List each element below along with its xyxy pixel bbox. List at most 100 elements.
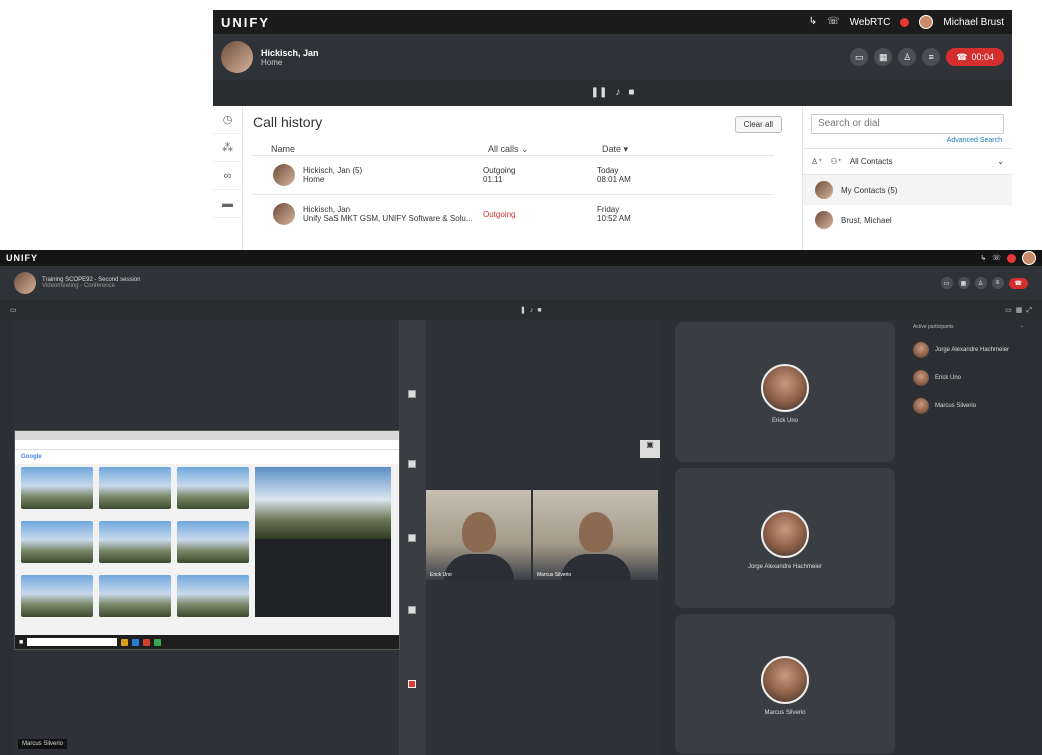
- user-avatar[interactable]: [1022, 251, 1036, 265]
- fullscreen-icon[interactable]: ⤢: [1026, 307, 1032, 314]
- preview-image: [255, 467, 391, 539]
- participant-avatar: [913, 370, 929, 386]
- participant-avatar: [913, 342, 929, 358]
- history-row[interactable]: Hickisch, Jan (5) Home Outgoing 01:11 To…: [253, 155, 774, 194]
- user-avatar[interactable]: [919, 15, 934, 29]
- row-name: Hickisch, Jan: [303, 205, 351, 214]
- contact-group[interactable]: My Contacts (5): [803, 175, 1012, 205]
- video-label: Erick Uno: [430, 572, 452, 578]
- history-nav-icon[interactable]: ◷: [213, 106, 243, 134]
- webrtc-icon: ☏: [827, 16, 840, 27]
- mute-icon[interactable]: ♪: [530, 307, 534, 314]
- all-calls-dropdown[interactable]: All calls ⌄: [488, 144, 602, 155]
- pause-icon[interactable]: ❚❚: [591, 88, 608, 98]
- add-participant-button[interactable]: ♙: [898, 48, 917, 66]
- user-name[interactable]: Michael Brust: [943, 17, 1004, 28]
- participant-name: Marcus Silverio: [935, 403, 977, 409]
- chat-nav-icon[interactable]: ▬: [213, 190, 243, 218]
- grid-icon[interactable]: ▦: [1016, 307, 1023, 314]
- slot-strip: [400, 320, 426, 755]
- video-area: ▣ Erick Uno Marcus Silverio: [426, 320, 662, 755]
- call-history-panel: Call history Clear all Name All calls ⌄ …: [243, 106, 802, 253]
- chevron-down-icon[interactable]: ⌄: [997, 157, 1004, 166]
- conference-media-strip: ▭ ❚ ♪ ■ ▭ ▦ ⤢: [0, 300, 1042, 320]
- video-label: Marcus Silverio: [537, 572, 572, 578]
- screen-share-button[interactable]: ▭: [850, 48, 869, 66]
- slot-marker[interactable]: [408, 390, 416, 398]
- phone-hangup-icon: ☎: [956, 51, 968, 62]
- dialpad-button[interactable]: ▦: [874, 48, 893, 66]
- hangup-button[interactable]: ☎: [1008, 277, 1028, 289]
- participant-name: Marcus Silverio: [764, 710, 806, 716]
- participant-item[interactable]: Jorge Alexandre Hachmeier: [913, 342, 1036, 358]
- image-thumb: [99, 575, 171, 617]
- conference-avatar: [14, 272, 36, 294]
- caller-status: Home: [261, 57, 283, 67]
- mute-icon[interactable]: ♪: [615, 88, 620, 98]
- chevron-down-icon[interactable]: ⌄: [1020, 324, 1024, 330]
- view-icon[interactable]: ▭: [1005, 307, 1012, 314]
- add-group-icon[interactable]: ⚇⁺: [830, 157, 841, 166]
- screen-share-view[interactable]: Google ■ Marcus Silverio: [14, 320, 400, 755]
- image-thumb: [177, 467, 249, 509]
- contact-avatar: [273, 203, 295, 225]
- video-feed[interactable]: Erick Uno: [426, 490, 531, 580]
- date-sort[interactable]: Date ▾: [602, 144, 628, 155]
- participants-header[interactable]: Active participants ⌄: [913, 324, 1036, 331]
- pause-icon[interactable]: ❚: [520, 307, 526, 314]
- taskbar: ■: [15, 635, 399, 649]
- contacts-filter-label: All Contacts: [849, 157, 893, 166]
- participant-item[interactable]: Marcus Silverio: [913, 398, 1036, 414]
- participant-tile[interactable]: Marcus Silverio: [675, 614, 895, 754]
- call-history-window: UNIFY ↳ ☏ WebRTC Michael Brust Hickisch,…: [213, 10, 1012, 253]
- status-dot[interactable]: [1007, 253, 1016, 263]
- menu-button[interactable]: ≡: [991, 277, 1004, 289]
- image-thumb: [99, 467, 171, 509]
- network-nav-icon[interactable]: ⁂: [213, 134, 243, 162]
- taskbar-app-icon: [121, 638, 129, 646]
- hangup-button[interactable]: ☎ 00:04: [946, 48, 1004, 66]
- taskbar-search: [27, 638, 118, 646]
- conference-call-bar: Training SCOPE92 - Second session Videom…: [0, 266, 1042, 300]
- advanced-search-link[interactable]: Advanced Search: [803, 137, 1002, 144]
- slot-marker[interactable]: [408, 460, 416, 468]
- video-feed[interactable]: Marcus Silverio: [533, 490, 658, 580]
- active-call-bar: Hickisch, Jan Home ▭ ▦ ♙ ≡ ☎ 00:04: [213, 34, 1012, 80]
- row-time: 08:01 AM: [597, 175, 631, 184]
- slot-marker[interactable]: [408, 534, 416, 542]
- conference-top-bar: UNIFY ↳ ☏: [0, 250, 1042, 266]
- transfer-icon[interactable]: ↳: [980, 255, 986, 262]
- image-thumb: [21, 521, 93, 563]
- search-input[interactable]: Search or dial: [811, 114, 1004, 134]
- col-name: Name: [271, 144, 296, 154]
- browser-address-bar: [15, 440, 399, 450]
- history-row[interactable]: Hickisch, Jan Unify SaS MKT GSM, UNIFY S…: [253, 194, 774, 233]
- layout-icon[interactable]: ▭: [10, 307, 17, 314]
- participants-button[interactable]: ♙: [974, 277, 987, 289]
- camera-icon[interactable]: ■: [628, 88, 634, 98]
- participant-tile[interactable]: Erick Uno: [675, 322, 895, 462]
- face: [461, 512, 496, 552]
- slot-marker[interactable]: [408, 606, 416, 614]
- slot-marker[interactable]: [408, 680, 416, 688]
- participant-avatar: [913, 398, 929, 414]
- history-header: Name All calls ⌄ Date ▾: [253, 144, 794, 155]
- media-controls: ❚❚ ♪ ■: [213, 80, 1012, 106]
- add-contact-icon[interactable]: ♙⁺: [811, 157, 822, 166]
- clear-all-button[interactable]: Clear all: [734, 116, 782, 133]
- camera-icon[interactable]: ■: [537, 307, 541, 314]
- presenter-label: Marcus Silverio: [18, 739, 68, 749]
- contacts-panel: Search or dial Advanced Search ♙⁺ ⚇⁺ All…: [802, 106, 1012, 253]
- status-dot[interactable]: [900, 17, 910, 27]
- screen-share-button[interactable]: ▭: [940, 277, 953, 289]
- voicemail-nav-icon[interactable]: ∞: [213, 162, 243, 190]
- contact-item[interactable]: Brust, Michael: [803, 205, 1012, 235]
- participant-item[interactable]: Erick Uno: [913, 370, 1036, 386]
- camera-toggle-icon[interactable]: ▣: [640, 440, 660, 458]
- image-results: [21, 467, 257, 617]
- menu-button[interactable]: ≡: [922, 48, 941, 66]
- contacts-filter[interactable]: ♙⁺ ⚇⁺ All Contacts ⌄: [803, 148, 1012, 175]
- transfer-icon[interactable]: ↳: [809, 17, 817, 27]
- dialpad-button[interactable]: ▦: [957, 277, 970, 289]
- participant-tile[interactable]: Jorge Alexandre Hachmeier: [675, 468, 895, 608]
